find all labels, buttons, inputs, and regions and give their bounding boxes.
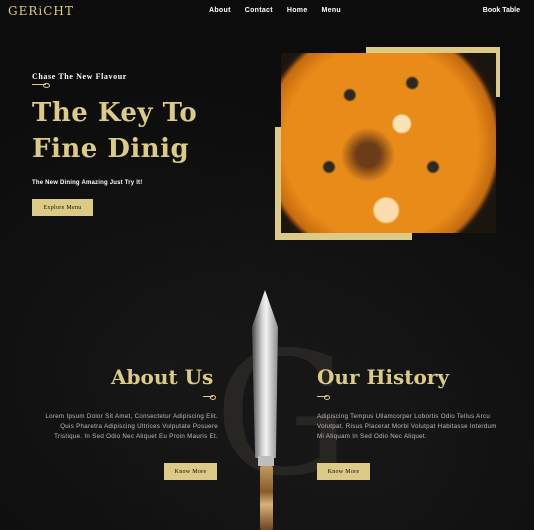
about-text: Lorem Ipsum Dolor Sit Amet, Consectetur … [45, 413, 218, 440]
history-know-more-button[interactable]: Know More [317, 463, 370, 480]
landing-page: GERiCHT About Contact Home Menu Book Tab… [0, 0, 534, 530]
about-know-more-button[interactable]: Know More [164, 463, 217, 480]
about-spoon-icon [203, 395, 216, 400]
nav-contact-link[interactable]: Contact [245, 7, 273, 14]
history-text: Adipiscing Tempus Ullamcorper Lobortis O… [317, 413, 497, 440]
hero-subtitle: Chase The New Flavour [32, 72, 127, 81]
knife-bolster-icon [258, 456, 274, 466]
knife-handle-icon [260, 466, 273, 530]
hero-description: The New Dining Amazing Just Try It! [32, 180, 143, 186]
curry-dish-icon [281, 53, 496, 233]
hero-title: The Key To Fine Dinig [32, 98, 198, 164]
history-spoon-icon [317, 395, 330, 400]
about-title: About Us [111, 365, 214, 389]
explore-menu-button[interactable]: Explore Menu [32, 199, 93, 216]
book-table-link[interactable]: Book Table [483, 7, 520, 14]
brand-logo[interactable]: GERiCHT [8, 4, 74, 18]
main-nav: About Contact Home Menu [209, 7, 341, 14]
nav-menu-link[interactable]: Menu [322, 7, 341, 14]
nav-about-link[interactable]: About [209, 7, 231, 14]
nav-home-link[interactable]: Home [287, 7, 308, 14]
hero-dish-image [281, 53, 496, 233]
spoon-divider-icon [32, 83, 50, 88]
history-title: Our History [317, 365, 449, 389]
